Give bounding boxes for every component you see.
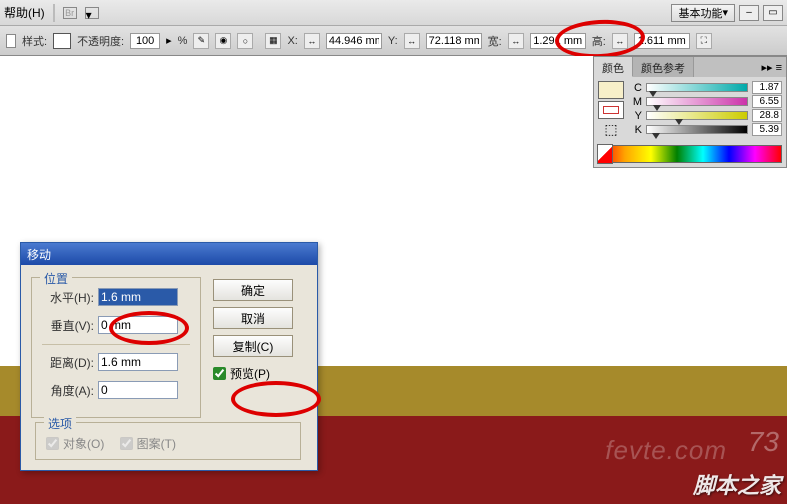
style-label: 样式:: [22, 33, 47, 49]
w-label: 宽:: [488, 33, 502, 49]
channel-c-value[interactable]: [752, 81, 782, 94]
color-panel: 颜色 颜色参考 ▸▸ ≡ ⬚ C M Y: [593, 56, 787, 168]
menubar: 帮助(H) Br ▾ 基本功能 ▾ – ▭: [0, 0, 787, 26]
cancel-button[interactable]: 取消: [213, 307, 293, 329]
separator: [53, 4, 55, 22]
slider-y-track[interactable]: [646, 111, 748, 120]
link-w-icon[interactable]: ↔: [508, 33, 524, 49]
position-fieldset: 位置 水平(H): 垂直(V): 距离(D): 角度(A):: [31, 277, 201, 418]
distance-input[interactable]: [98, 353, 178, 371]
divider: [42, 344, 190, 345]
stroke-swatch[interactable]: [598, 101, 624, 119]
channel-m-value[interactable]: [752, 95, 782, 108]
constrain-icon[interactable]: ⛶: [696, 33, 712, 49]
ok-button[interactable]: 确定: [213, 279, 293, 301]
channel-m-label: M: [632, 96, 642, 108]
channel-k-label: K: [632, 124, 642, 136]
channel-y-label: Y: [632, 110, 642, 122]
link-y-icon[interactable]: ↔: [404, 33, 420, 49]
option-pattern-checkbox[interactable]: 图案(T): [120, 435, 176, 452]
slider-y: Y: [632, 109, 782, 122]
channel-y-value[interactable]: [752, 109, 782, 122]
distance-label: 距离(D):: [42, 354, 94, 371]
vertical-input[interactable]: [98, 316, 178, 334]
position-legend: 位置: [40, 270, 72, 287]
x-input[interactable]: [326, 33, 382, 49]
angle-label: 角度(A):: [42, 382, 94, 399]
link-x-icon[interactable]: ↔: [304, 33, 320, 49]
bridge-icon[interactable]: Br: [63, 7, 77, 19]
slider-m: M: [632, 95, 782, 108]
angle-input[interactable]: [98, 381, 178, 399]
brush-icon[interactable]: ✎: [193, 33, 209, 49]
slider-k: K: [632, 123, 782, 136]
opacity-stepper[interactable]: ▸: [166, 34, 172, 47]
copy-button[interactable]: 复制(C): [213, 335, 293, 357]
option-pattern-input: [120, 437, 133, 450]
option-pattern-label: 图案(T): [137, 435, 176, 452]
h-label: 高:: [592, 33, 606, 49]
preview-check-input[interactable]: [213, 367, 226, 380]
cube-icon[interactable]: ⬚: [598, 121, 624, 139]
tab-color-guide[interactable]: 颜色参考: [633, 57, 694, 77]
workspace-mode[interactable]: 基本功能 ▾: [671, 4, 735, 22]
grid-icon[interactable]: ▦: [265, 33, 281, 49]
option-icon-2[interactable]: ○: [237, 33, 253, 49]
w-input[interactable]: [530, 33, 586, 49]
dialog-titlebar[interactable]: 移动: [21, 243, 317, 265]
channel-c-label: C: [632, 82, 642, 94]
options-fieldset: 选项 对象(O) 图案(T): [35, 422, 301, 460]
menu-help[interactable]: 帮助(H): [4, 4, 45, 21]
slider-k-track[interactable]: [646, 125, 748, 134]
slider-c-track[interactable]: [646, 83, 748, 92]
option-object-checkbox[interactable]: 对象(O): [46, 435, 104, 452]
fill-swatch[interactable]: [598, 81, 624, 99]
watermark-faint: fevte.com: [605, 435, 727, 466]
move-dialog: 移动 位置 水平(H): 垂直(V): 距离(D): 角度(A): 确定: [20, 242, 318, 471]
y-label: Y:: [388, 35, 398, 47]
minimize-icon[interactable]: –: [739, 5, 759, 21]
channel-k-value[interactable]: [752, 123, 782, 136]
option-object-input: [46, 437, 59, 450]
slider-m-track[interactable]: [646, 97, 748, 106]
options-bar: 样式: 不透明度: ▸ % ✎ ◉ ○ ▦ X: ↔ Y: ↔ 宽: ↔ 高: …: [0, 26, 787, 56]
y-input[interactable]: [426, 33, 482, 49]
x-label: X:: [287, 35, 297, 47]
option-object-label: 对象(O): [63, 435, 104, 452]
panel-menu-icon[interactable]: ▸▸ ≡: [757, 57, 786, 77]
percent-label: %: [178, 35, 188, 47]
opacity-label: 不透明度:: [77, 33, 124, 49]
horizontal-input[interactable]: [98, 288, 178, 306]
vertical-label: 垂直(V):: [42, 317, 94, 334]
style-swatch[interactable]: [53, 33, 71, 49]
horizontal-label: 水平(H):: [42, 289, 94, 306]
tab-color[interactable]: 颜色: [594, 57, 633, 77]
h-input[interactable]: [634, 33, 690, 49]
option-icon-1[interactable]: ◉: [215, 33, 231, 49]
options-legend: 选项: [44, 415, 76, 432]
layout-icon[interactable]: ▾: [85, 7, 99, 19]
watermark-number: 73: [748, 426, 779, 458]
tool-preset-icon[interactable]: [6, 34, 16, 48]
opacity-input[interactable]: [130, 33, 160, 49]
watermark-main: 脚本之家: [693, 468, 781, 500]
slider-c: C: [632, 81, 782, 94]
color-spectrum[interactable]: [598, 145, 782, 163]
preview-checkbox[interactable]: 预览(P): [213, 365, 293, 382]
restore-icon[interactable]: ▭: [763, 5, 783, 21]
link-h-icon[interactable]: ↔: [612, 33, 628, 49]
preview-label: 预览(P): [230, 365, 270, 382]
